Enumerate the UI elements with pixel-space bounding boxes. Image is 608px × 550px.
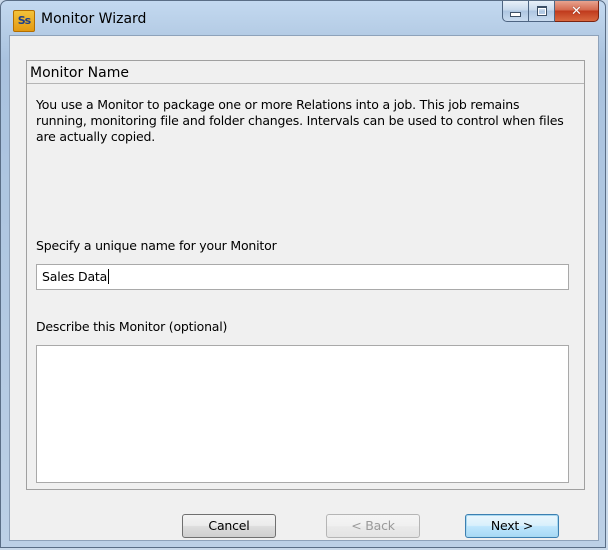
- window-title: Monitor Wizard: [41, 11, 147, 27]
- app-icon: Ss: [13, 10, 35, 32]
- monitor-wizard-window: Ss Monitor Wizard ✕ Monitor Name You use…: [0, 0, 606, 548]
- page-title: Monitor Name: [30, 65, 129, 81]
- next-button[interactable]: Next >: [465, 514, 559, 538]
- caption-buttons: ✕: [502, 1, 599, 23]
- monitor-name-input[interactable]: Sales Data: [36, 264, 569, 290]
- text-caret: [108, 269, 110, 284]
- wizard-page-panel: Monitor Name You use a Monitor to packag…: [26, 60, 585, 490]
- description-label: Describe this Monitor (optional): [36, 319, 228, 334]
- back-button[interactable]: < Back: [326, 514, 420, 538]
- name-label: Specify a unique name for your Monitor: [36, 238, 277, 253]
- minimize-icon: [510, 11, 521, 17]
- page-description: You use a Monitor to package one or more…: [36, 97, 564, 144]
- close-button[interactable]: ✕: [555, 1, 599, 22]
- cancel-button[interactable]: Cancel: [182, 514, 276, 538]
- monitor-name-value: Sales Data: [42, 269, 108, 284]
- maximize-button[interactable]: [529, 1, 555, 22]
- close-icon: ✕: [571, 3, 582, 19]
- minimize-button[interactable]: [502, 1, 529, 22]
- client-area: Monitor Name You use a Monitor to packag…: [9, 35, 599, 541]
- title-bar[interactable]: Ss Monitor Wizard ✕: [1, 1, 605, 35]
- maximize-icon: [536, 6, 547, 16]
- monitor-description-textarea[interactable]: [36, 345, 569, 483]
- panel-header: Monitor Name: [27, 61, 584, 84]
